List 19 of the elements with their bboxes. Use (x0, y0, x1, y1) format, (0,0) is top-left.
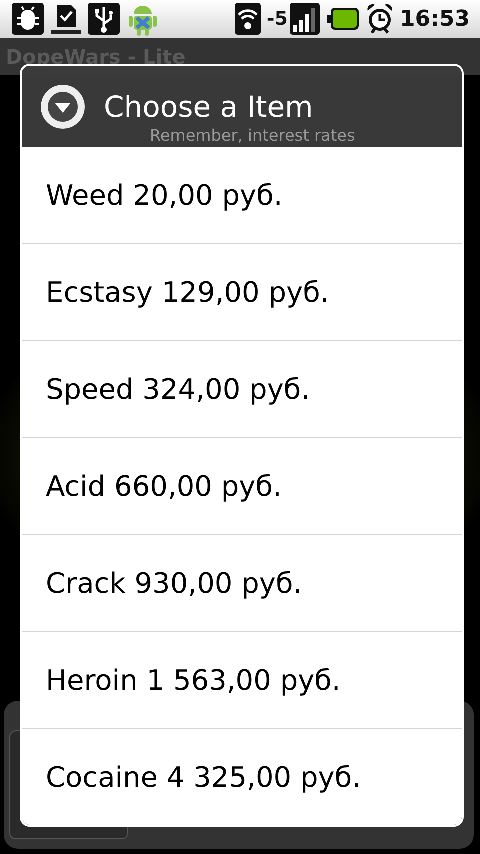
list-item[interactable]: Ecstasy 129,00 руб. (22, 243, 462, 340)
dialog-title: Choose a Item (104, 90, 314, 124)
clock-time: 16:53 (400, 6, 470, 32)
list-item[interactable]: Cocaine 4 325,00 руб. (22, 728, 462, 825)
signal-strength-text: -5 (266, 8, 288, 30)
list-item[interactable]: Acid 660,00 руб. (22, 437, 462, 534)
bug-icon[interactable] (12, 3, 44, 35)
list-item[interactable]: Crack 930,00 руб. (22, 534, 462, 631)
alarm-clock-icon[interactable] (366, 3, 394, 35)
wifi-icon[interactable] (234, 3, 261, 35)
download-done-icon[interactable] (50, 3, 82, 35)
usb-icon[interactable] (88, 3, 120, 35)
background-hint-text: Remember, interest rates (150, 126, 356, 145)
signal-icon[interactable] (290, 3, 320, 35)
dropdown-icon (40, 84, 86, 130)
list-item[interactable]: Heroin 1 563,00 руб. (22, 631, 462, 728)
list-item[interactable]: Weed 20,00 руб. (22, 147, 462, 243)
list-item[interactable]: Speed 324,00 руб. (22, 340, 462, 437)
battery-icon[interactable] (326, 7, 360, 31)
